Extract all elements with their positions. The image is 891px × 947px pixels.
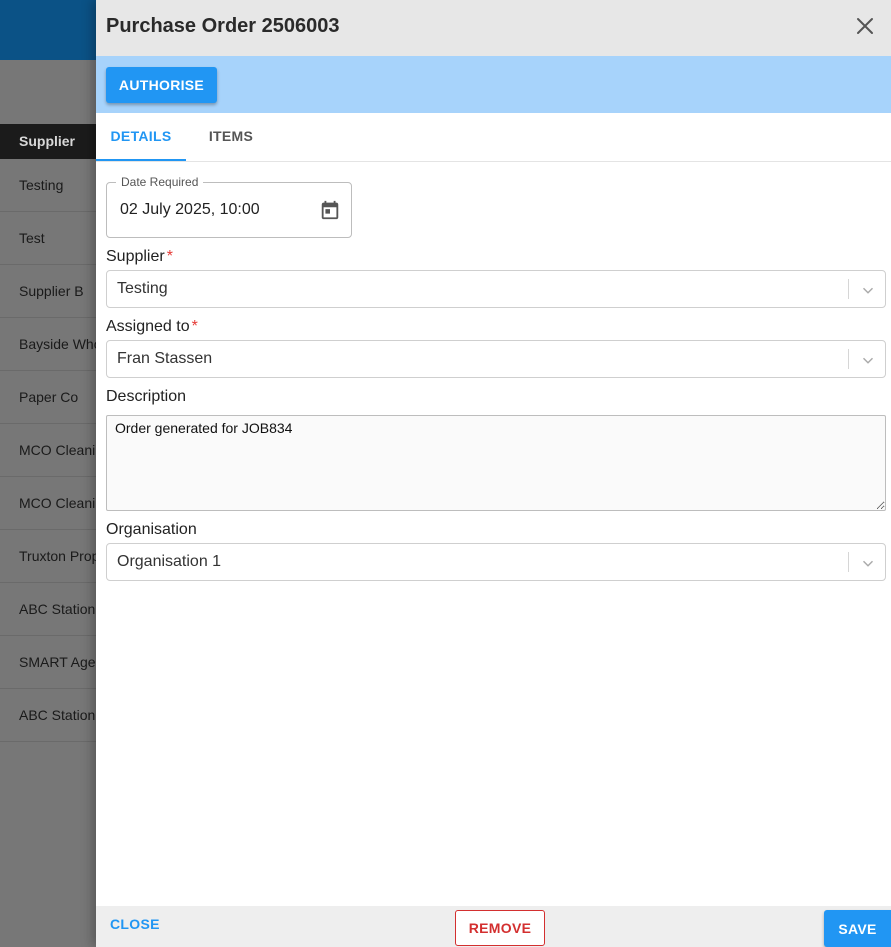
action-bar: AUTHORISE	[96, 56, 891, 113]
save-button[interactable]: SAVE	[824, 910, 891, 947]
tab-bar: DETAILS ITEMS	[96, 113, 891, 162]
supplier-select[interactable]: Testing	[106, 270, 886, 308]
assigned-to-select-value: Fran Stassen	[117, 350, 213, 367]
close-button[interactable]: CLOSE	[110, 916, 160, 932]
authorise-button[interactable]: AUTHORISE	[106, 67, 217, 103]
remove-button[interactable]: REMOVE	[455, 910, 545, 946]
select-separator	[848, 349, 849, 369]
assigned-to-label: Assigned to *	[106, 318, 198, 335]
drawer-header: Purchase Order 2506003	[96, 0, 891, 56]
tab-details[interactable]: DETAILS	[96, 113, 186, 161]
supplier-label: Supplier *	[106, 248, 173, 265]
date-required-label: Date Required	[116, 175, 204, 189]
organisation-select-value: Organisation 1	[117, 553, 222, 570]
tab-items[interactable]: ITEMS	[192, 113, 270, 161]
chevron-down-icon[interactable]	[859, 351, 877, 369]
select-separator	[848, 552, 849, 572]
close-icon[interactable]	[855, 16, 875, 36]
required-mark: *	[191, 318, 198, 335]
purchase-order-drawer: Purchase Order 2506003 AUTHORISE DETAILS…	[96, 0, 891, 947]
organisation-select[interactable]: Organisation 1	[106, 543, 886, 581]
chevron-down-icon[interactable]	[859, 281, 877, 299]
assigned-to-select[interactable]: Fran Stassen	[106, 340, 886, 378]
description-label: Description	[106, 388, 187, 405]
supplier-select-value: Testing	[117, 280, 168, 297]
organisation-label: Organisation	[106, 521, 197, 538]
select-separator	[848, 279, 849, 299]
date-required-field[interactable]: Date Required 02 July 2025, 10:00	[106, 175, 352, 238]
drawer-footer: CLOSE REMOVE SAVE	[96, 906, 891, 947]
date-required-value: 02 July 2025, 10:00	[120, 201, 260, 218]
chevron-down-icon[interactable]	[859, 554, 877, 572]
drawer-title: Purchase Order 2506003	[106, 15, 340, 37]
calendar-icon[interactable]	[319, 199, 341, 221]
required-mark: *	[166, 248, 173, 265]
description-textarea[interactable]: Order generated for JOB834	[106, 415, 886, 511]
